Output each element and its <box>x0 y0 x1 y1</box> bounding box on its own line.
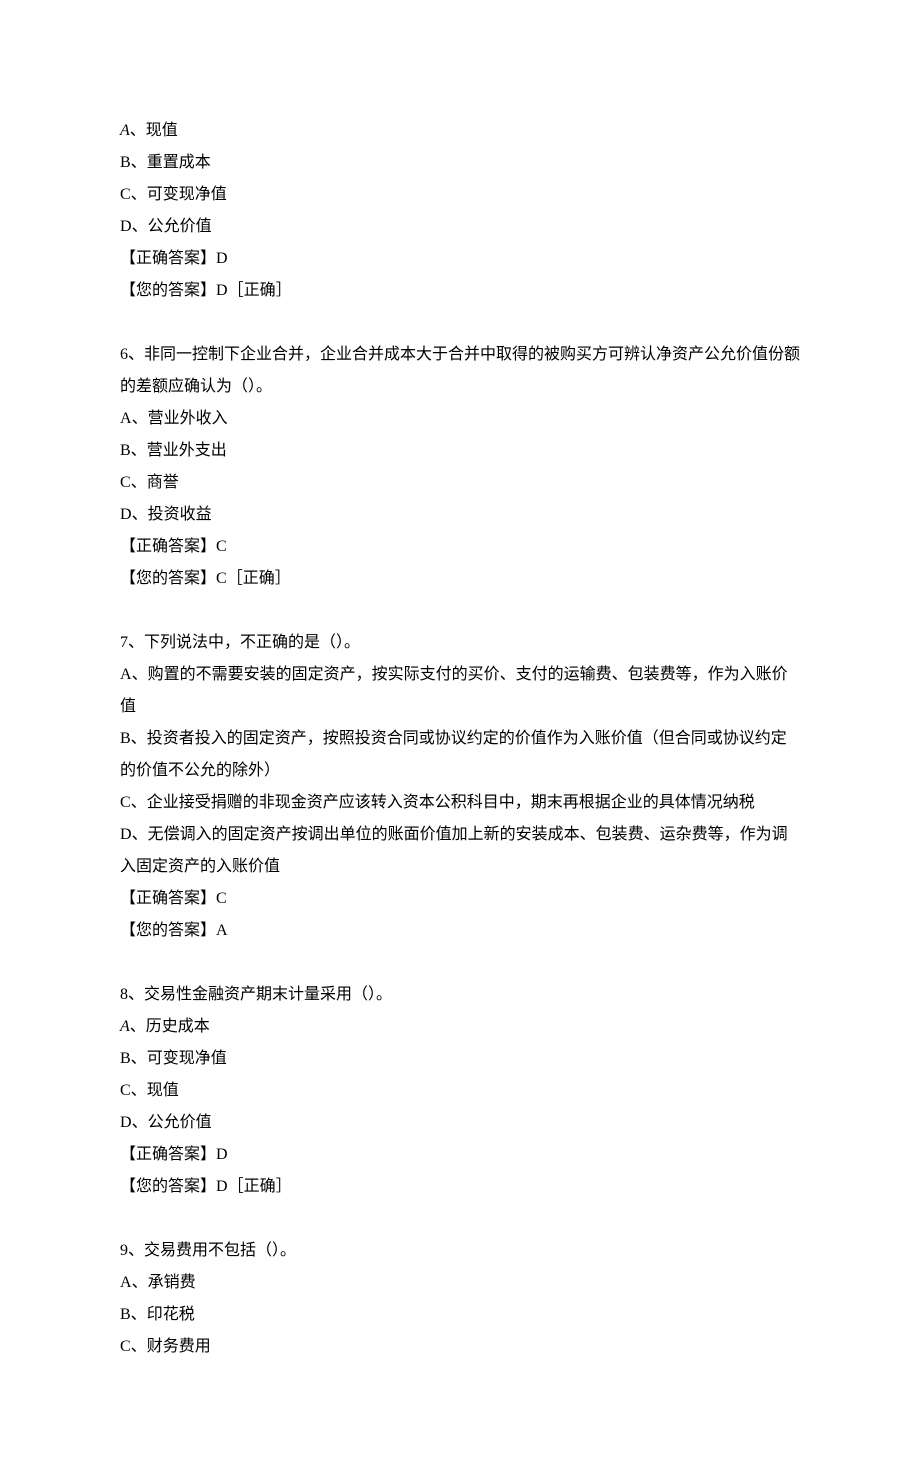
option-line: D、公允价值 <box>120 211 800 243</box>
option-letter: A <box>120 1018 130 1035</box>
question-stem: 9、交易费用不包括（）。 <box>120 1235 800 1267</box>
option-line: C、商誉 <box>120 467 800 499</box>
option-letter: C <box>120 186 131 203</box>
option-line: A、现值 <box>120 115 800 147</box>
option-line: B、可变现净值 <box>120 1043 800 1075</box>
option-letter: B <box>120 442 131 459</box>
option-text: 投资收益 <box>148 506 212 523</box>
your-answer: 【您的答案】C［正确］ <box>120 563 800 595</box>
option-line: A、历史成本 <box>120 1011 800 1043</box>
option-text: 历史成本 <box>146 1018 210 1035</box>
option-line: A、承销费 <box>120 1267 800 1299</box>
option-line: B、印花税 <box>120 1299 800 1331</box>
option-line: B、营业外支出 <box>120 435 800 467</box>
option-line: A、购置的不需要安装的固定资产，按实际支付的买价、支付的运输费、包装费等，作为入… <box>120 659 800 723</box>
option-letter: B <box>120 1050 131 1067</box>
option-text: 财务费用 <box>147 1338 211 1355</box>
your-answer: 【您的答案】D［正确］ <box>120 275 800 307</box>
option-letter: A <box>120 122 130 139</box>
option-line: D、公允价值 <box>120 1107 800 1139</box>
option-letter: B <box>120 154 131 171</box>
option-letter: C <box>120 794 131 811</box>
option-letter: A <box>120 410 132 427</box>
option-line: A、营业外收入 <box>120 403 800 435</box>
option-letter: A <box>120 1274 132 1291</box>
option-line: C、可变现净值 <box>120 179 800 211</box>
option-letter: D <box>120 826 132 843</box>
option-text: 可变现净值 <box>147 1050 227 1067</box>
option-text: 商誉 <box>147 474 179 491</box>
correct-answer: 【正确答案】C <box>120 531 800 563</box>
option-letter: D <box>120 218 132 235</box>
your-answer: 【您的答案】D［正确］ <box>120 1171 800 1203</box>
correct-answer: 【正确答案】D <box>120 1139 800 1171</box>
option-text: 营业外支出 <box>147 442 227 459</box>
document-page: A、现值 B、重置成本 C、可变现净值 D、公允价值 【正确答案】D 【您的答案… <box>0 0 920 1463</box>
option-text: 投资者投入的固定资产，按照投资合同或协议约定的价值作为入账价值（但合同或协议约定… <box>120 730 787 779</box>
option-text: 重置成本 <box>147 154 211 171</box>
option-text: 营业外收入 <box>148 410 228 427</box>
option-letter: D <box>120 506 132 523</box>
option-line: D、投资收益 <box>120 499 800 531</box>
option-letter: C <box>120 1082 131 1099</box>
option-letter: A <box>120 666 132 683</box>
question-stem: 8、交易性金融资产期末计量采用（）。 <box>120 979 800 1011</box>
option-text: 购置的不需要安装的固定资产，按实际支付的买价、支付的运输费、包装费等，作为入账价… <box>120 666 788 715</box>
option-line: B、重置成本 <box>120 147 800 179</box>
option-line: D、无偿调入的固定资产按调出单位的账面价值加上新的安装成本、包装费、运杂费等，作… <box>120 819 800 883</box>
option-text: 公允价值 <box>148 218 212 235</box>
option-text: 公允价值 <box>148 1114 212 1131</box>
question-stem: 7、下列说法中，不正确的是（）。 <box>120 627 800 659</box>
option-line: C、现值 <box>120 1075 800 1107</box>
option-line: B、投资者投入的固定资产，按照投资合同或协议约定的价值作为入账价值（但合同或协议… <box>120 723 800 787</box>
option-text: 可变现净值 <box>147 186 227 203</box>
option-text: 无偿调入的固定资产按调出单位的账面价值加上新的安装成本、包装费、运杂费等，作为调… <box>120 826 788 875</box>
option-letter: D <box>120 1114 132 1131</box>
option-letter: B <box>120 1306 131 1323</box>
option-letter: C <box>120 474 131 491</box>
question-stem: 6、非同一控制下企业合并，企业合并成本大于合并中取得的被购买方可辨认净资产公允价… <box>120 339 800 403</box>
option-text: 现值 <box>146 122 178 139</box>
option-text: 印花税 <box>147 1306 195 1323</box>
option-text: 企业接受捐赠的非现金资产应该转入资本公积科目中，期末再根据企业的具体情况纳税 <box>147 794 755 811</box>
option-text: 承销费 <box>148 1274 196 1291</box>
your-answer: 【您的答案】A <box>120 915 800 947</box>
option-line: C、财务费用 <box>120 1331 800 1363</box>
option-letter: C <box>120 1338 131 1355</box>
correct-answer: 【正确答案】D <box>120 243 800 275</box>
option-text: 现值 <box>147 1082 179 1099</box>
correct-answer: 【正确答案】C <box>120 883 800 915</box>
option-letter: B <box>120 730 131 747</box>
option-line: C、企业接受捐赠的非现金资产应该转入资本公积科目中，期末再根据企业的具体情况纳税 <box>120 787 800 819</box>
